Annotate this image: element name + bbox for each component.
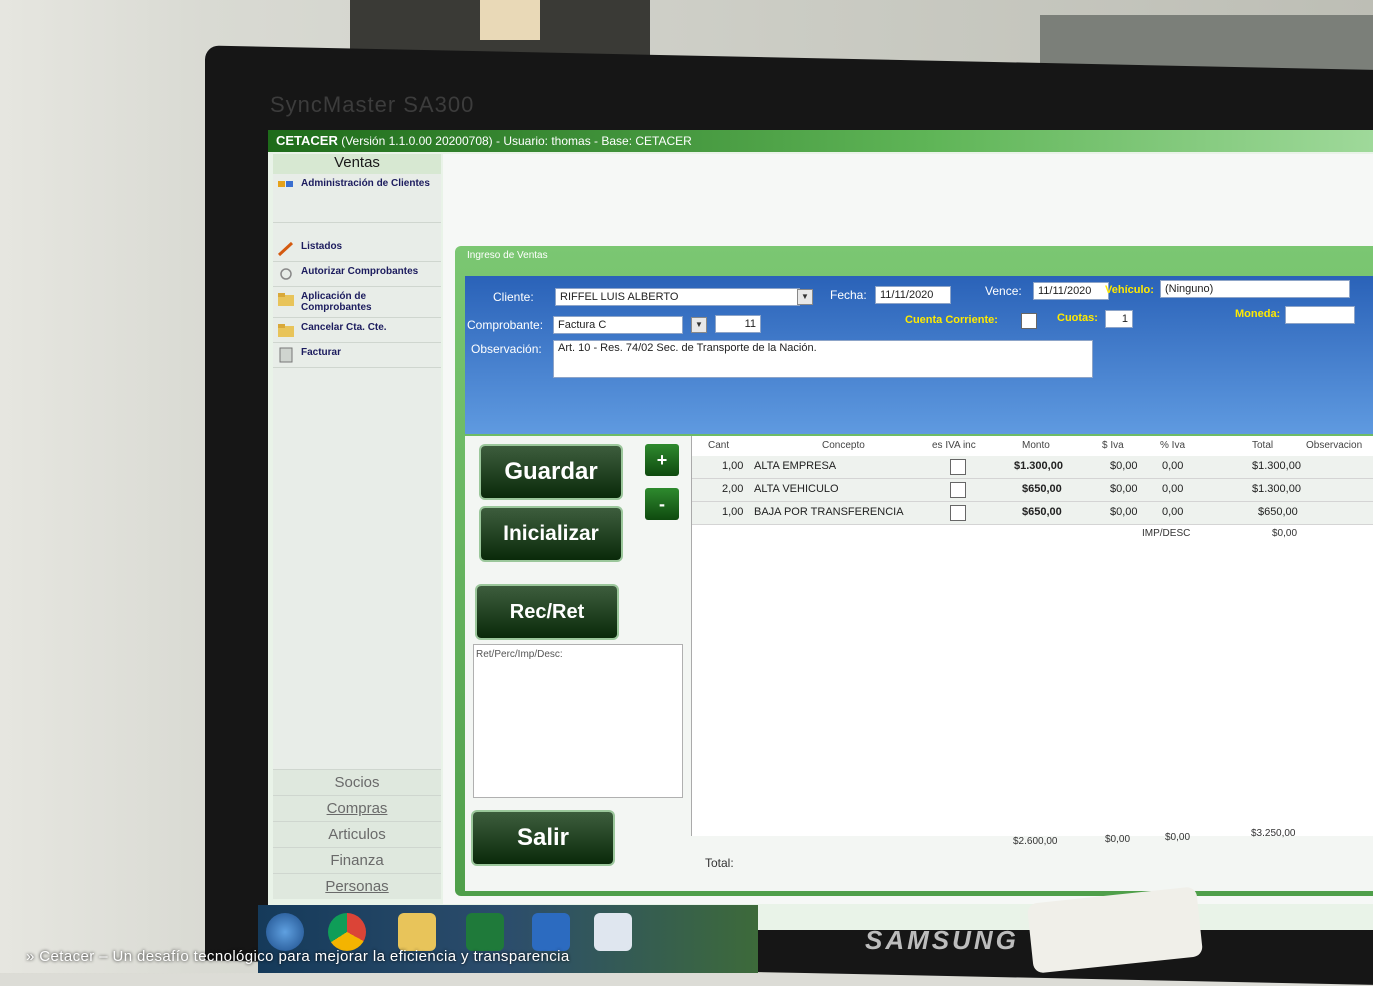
table-row[interactable]: 2,00 ALTA VEHICULO $650,00 $0,00 0,00 $1… <box>692 479 1373 502</box>
add-row-button[interactable]: + <box>645 444 679 476</box>
monitor-model-label: SyncMaster SA300 <box>270 92 475 117</box>
invoice-body: Guardar Inicializar Rec/Ret + - Ret/Perc… <box>465 436 1373 891</box>
window-title: Ingreso de Ventas <box>467 250 548 261</box>
sidebar-modules: Socios Compras Articulos Finanza Persona… <box>273 769 441 899</box>
sidebar-item-autorizar[interactable]: Autorizar Comprobantes <box>273 262 441 287</box>
col-header-monto: Monto <box>1022 440 1050 451</box>
ret-perc-box[interactable]: Ret/Perc/Imp/Desc: <box>473 644 683 798</box>
background-light <box>480 0 540 40</box>
module-articulos[interactable]: Articulos <box>273 821 441 847</box>
moneda-label: Moneda: <box>1235 308 1281 320</box>
invoice-icon <box>277 347 295 363</box>
observacion-textarea[interactable]: Art. 10 - Res. 74/02 Sec. de Transporte … <box>553 340 1093 378</box>
fecha-field[interactable]: 11/11/2020 <box>875 286 951 304</box>
comprobante-number-field[interactable]: 11 <box>715 315 761 333</box>
fecha-label: Fecha: <box>830 288 867 302</box>
vehiculo-label: Vehículo: <box>1105 284 1154 296</box>
folder-icon <box>277 322 295 338</box>
comprobante-label: Comprobante: <box>467 318 544 332</box>
col-header-iva: $ Iva <box>1102 440 1124 451</box>
samsung-logo: SAMSUNG <box>865 925 1019 955</box>
sidebar: Ventas Administración de Clientes Listad… <box>273 154 441 899</box>
total-iva: $0,00 <box>1105 834 1131 845</box>
ret-perc-label: Ret/Perc/Imp/Desc: <box>476 649 563 660</box>
sidebar-item-label: Listados <box>301 241 343 252</box>
impdesc-label: IMP/DESC <box>1142 528 1191 539</box>
vence-label: Vence: <box>985 284 1022 298</box>
module-personas[interactable]: Personas <box>273 873 441 899</box>
total-piva: $0,00 <box>1165 832 1191 843</box>
app-title: CETACER (Versión 1.1.0.00 20200708) - Us… <box>276 133 692 148</box>
chrome-icon[interactable] <box>328 913 366 951</box>
excel-icon[interactable] <box>466 913 504 951</box>
cuenta-corriente-label: Cuenta Corriente: <box>905 314 998 326</box>
photo-caption: » Cetacer – Un desafío tecnológico para … <box>26 948 570 965</box>
total-monto: $2.600,00 <box>1013 836 1058 847</box>
impdesc-value: $0,00 <box>1272 528 1298 539</box>
recret-button[interactable]: Rec/Ret <box>477 586 617 638</box>
module-socios[interactable]: Socios <box>273 769 441 795</box>
folder-icon <box>277 291 295 307</box>
total-total: $3.250,00 <box>1251 828 1296 839</box>
inicializar-button[interactable]: Inicializar <box>481 508 621 560</box>
sidebar-item-label: Administración de Clientes <box>301 178 430 189</box>
col-header-concepto: Concepto <box>822 440 865 451</box>
module-compras[interactable]: Compras <box>273 795 441 821</box>
start-button-icon[interactable] <box>266 913 304 951</box>
col-header-total: Total <box>1252 440 1274 451</box>
cuenta-corriente-checkbox[interactable] <box>1021 313 1037 329</box>
ventas-window: Ingreso de Ventas Cliente: RIFFEL LUIS A… <box>455 246 1373 896</box>
app-screen: CETACER (Versión 1.1.0.00 20200708) - Us… <box>268 130 1373 930</box>
col-header-observacion: Observacion <box>1306 440 1363 451</box>
vence-field[interactable]: 11/11/2020 <box>1033 282 1109 300</box>
sidebar-item-listados[interactable]: Listados <box>273 237 441 262</box>
iva-inc-checkbox[interactable] <box>950 459 966 475</box>
guardar-button[interactable]: Guardar <box>481 446 621 498</box>
main-content: Ingreso de Ventas Cliente: RIFFEL LUIS A… <box>443 154 1373 904</box>
col-header-cant: Cant <box>708 440 730 451</box>
folder-icon[interactable] <box>398 913 436 951</box>
col-header-piva: % Iva <box>1160 440 1186 451</box>
vehiculo-field[interactable]: (Ninguno) <box>1160 280 1350 298</box>
moneda-field[interactable] <box>1285 306 1355 324</box>
sidebar-item-label: Cancelar Cta. Cte. <box>301 322 387 333</box>
salir-button[interactable]: Salir <box>473 812 613 864</box>
pencil-icon <box>277 241 295 257</box>
cliente-select[interactable]: RIFFEL LUIS ALBERTO <box>555 288 800 306</box>
items-table: Cant Concepto es IVA inc Monto $ Iva % I… <box>691 436 1373 836</box>
cuotas-field[interactable]: 1 <box>1105 310 1133 328</box>
cliente-dropdown-icon[interactable]: ▼ <box>797 289 813 305</box>
module-finanza[interactable]: Finanza <box>273 847 441 873</box>
notepad-icon[interactable] <box>532 913 570 951</box>
authorize-icon <box>277 266 295 282</box>
iva-inc-checkbox[interactable] <box>950 482 966 498</box>
sidebar-header-ventas[interactable]: Ventas <box>273 154 441 174</box>
cetacer-app-icon[interactable] <box>594 913 632 951</box>
sidebar-item-aplicacion[interactable]: Aplicación de Comprobantes <box>273 287 441 318</box>
col-header-iva-inc: es IVA inc <box>932 440 976 451</box>
sidebar-item-label: Autorizar Comprobantes <box>301 266 419 277</box>
sidebar-item-cancelar[interactable]: Cancelar Cta. Cte. <box>273 318 441 343</box>
comprobante-dropdown-icon[interactable]: ▼ <box>691 317 707 333</box>
cuotas-label: Cuotas: <box>1057 312 1098 324</box>
observacion-label: Observación: <box>471 342 542 356</box>
table-row[interactable]: 1,00 BAJA POR TRANSFERENCIA $650,00 $0,0… <box>692 502 1373 525</box>
iva-inc-checkbox[interactable] <box>950 505 966 521</box>
sidebar-item-label: Facturar <box>301 347 342 358</box>
remove-row-button[interactable]: - <box>645 488 679 520</box>
app-titlebar: CETACER (Versión 1.1.0.00 20200708) - Us… <box>268 130 1373 152</box>
total-label: Total: <box>705 856 734 870</box>
clients-icon <box>277 178 295 194</box>
sidebar-item-label: Aplicación de Comprobantes <box>301 291 372 313</box>
sidebar-item-clientes[interactable]: Administración de Clientes <box>273 174 441 223</box>
invoice-header: Cliente: RIFFEL LUIS ALBERTO ▼ Fecha: 11… <box>465 276 1373 434</box>
table-row[interactable]: 1,00 ALTA EMPRESA $1.300,00 $0,00 0,00 $… <box>692 456 1373 479</box>
comprobante-select[interactable]: Factura C <box>553 316 683 334</box>
cliente-label: Cliente: <box>493 290 534 304</box>
sidebar-item-facturar[interactable]: Facturar <box>273 343 441 368</box>
